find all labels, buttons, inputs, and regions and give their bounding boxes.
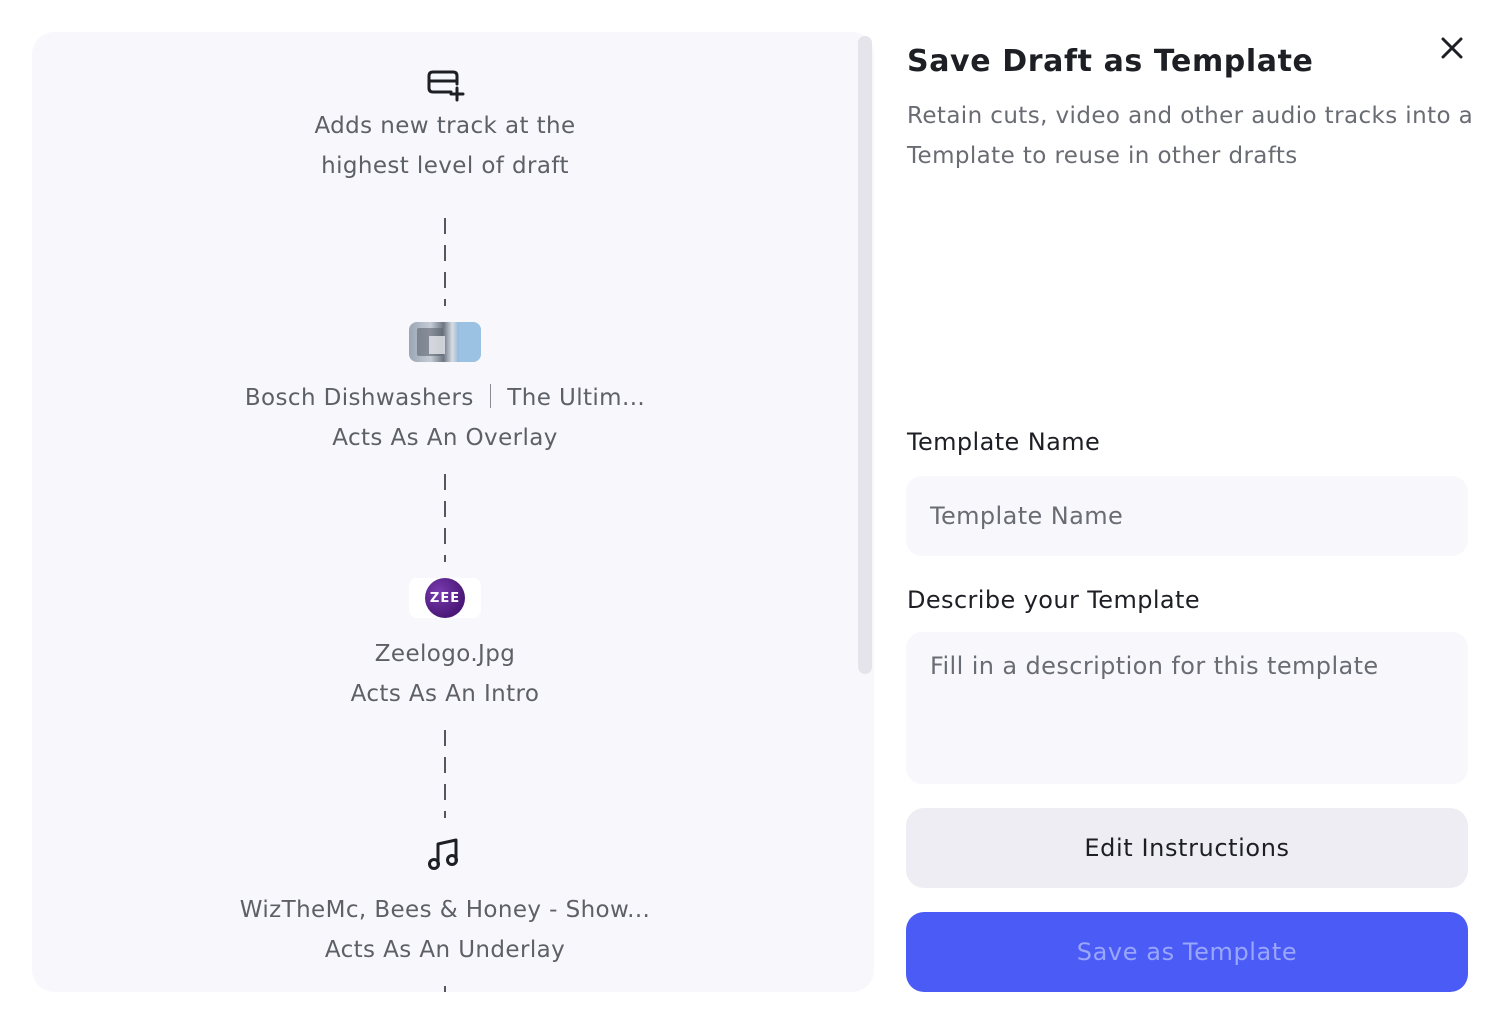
track-new: Adds new track at the highest level of d… bbox=[32, 64, 858, 186]
template-form-panel: Save Draft as Template Retain cuts, vide… bbox=[906, 32, 1473, 992]
dialog-title: Save Draft as Template bbox=[907, 44, 1314, 79]
dialog-subtitle: Retain cuts, video and other audio track… bbox=[907, 103, 1474, 169]
music-note-icon bbox=[427, 834, 463, 874]
track-underlay: WizTheMc, Bees & Honey - Show... Acts As… bbox=[32, 834, 858, 970]
template-name-label: Template Name bbox=[907, 428, 1101, 456]
save-template-modal: Adds new track at the highest level of d… bbox=[0, 0, 1502, 1022]
close-button[interactable] bbox=[1436, 32, 1468, 64]
title-separator bbox=[489, 384, 492, 408]
track-title-a: Bosch Dishwashers bbox=[244, 385, 474, 411]
track-connector bbox=[444, 730, 446, 818]
scrollbar-thumb[interactable] bbox=[858, 36, 872, 674]
track-role: Acts As An Underlay bbox=[324, 937, 566, 963]
template-name-input[interactable] bbox=[906, 476, 1468, 556]
track-role: Acts As An Intro bbox=[350, 681, 540, 707]
close-icon[interactable] bbox=[1441, 37, 1463, 59]
save-as-template-button[interactable]: Save as Template bbox=[906, 912, 1468, 992]
description-textarea[interactable] bbox=[906, 632, 1468, 784]
track-intro: ZEE Zeelogo.Jpg Acts As An Intro bbox=[32, 578, 858, 714]
track-connector bbox=[444, 218, 446, 306]
track-title: Zeelogo.Jpg bbox=[374, 641, 516, 667]
track-description-2: highest level of draft bbox=[321, 153, 569, 179]
track-role: Acts As An Overlay bbox=[332, 425, 558, 451]
add-track-icon bbox=[425, 64, 465, 104]
track-description: Adds new track at the bbox=[314, 113, 576, 139]
track-connector bbox=[444, 474, 446, 562]
track-connector bbox=[444, 986, 446, 992]
zee-logo-thumbnail: ZEE bbox=[409, 578, 481, 618]
video-thumbnail bbox=[409, 322, 481, 362]
track-title: WizTheMc, Bees & Honey - Show... bbox=[239, 897, 651, 923]
zee-logo: ZEE bbox=[425, 578, 465, 618]
track-overlay: Bosch Dishwashers The Ultim... Acts As An… bbox=[32, 322, 858, 458]
track-title-b: The Ultim... bbox=[507, 385, 646, 411]
track-title: Bosch Dishwashers The Ultim... bbox=[245, 378, 645, 418]
description-label: Describe your Template bbox=[907, 586, 1201, 614]
edit-instructions-button[interactable]: Edit Instructions bbox=[906, 808, 1468, 888]
